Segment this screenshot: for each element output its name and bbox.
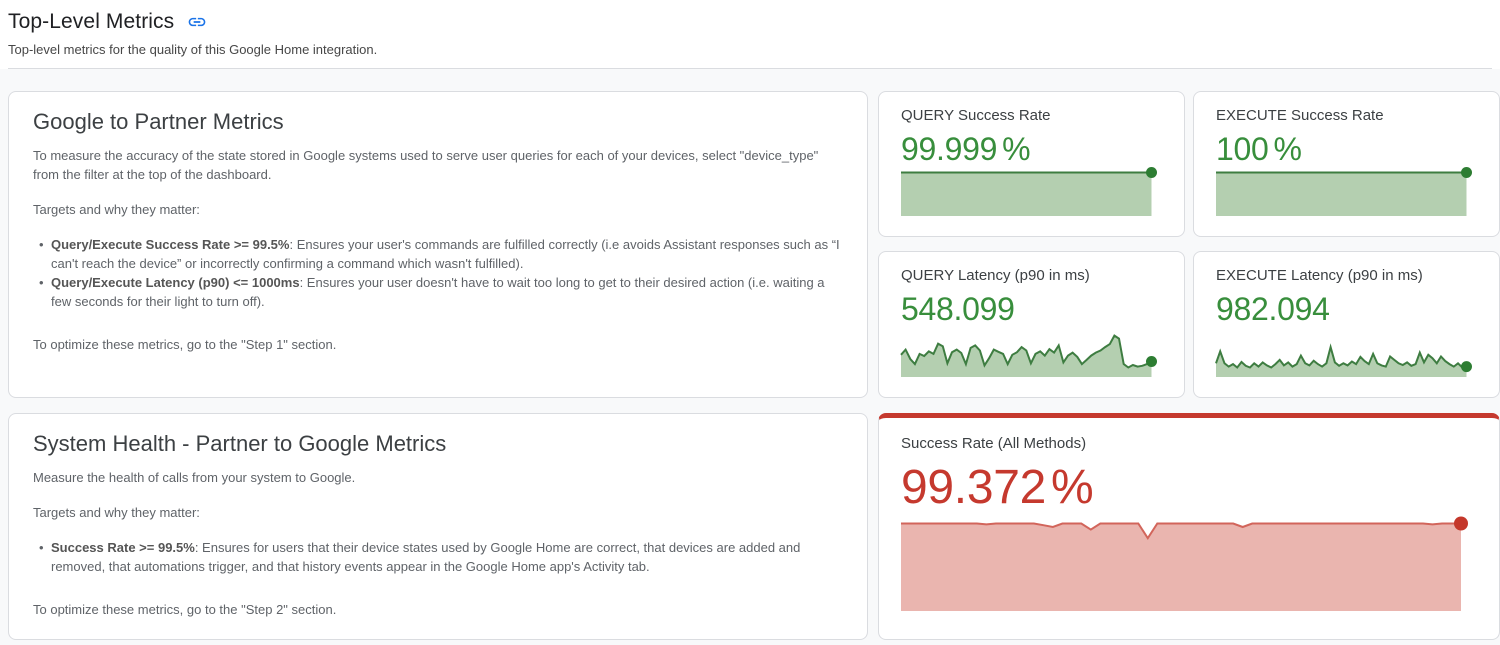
bullet-success-rate: Success Rate >= 99.5%: Ensures for users… <box>51 538 843 576</box>
bullet-lead: Query/Execute Success Rate >= 99.5% <box>51 237 289 252</box>
query-latency-sparkline-chart[interactable] <box>901 331 1158 377</box>
metric-value: 982.094 <box>1216 290 1479 328</box>
metric-unit: % <box>1274 131 1302 167</box>
system-health-targets-label: Targets and why they matter: <box>33 503 843 522</box>
metric-number: 548.099 <box>901 291 1015 327</box>
metric-title: EXECUTE Success Rate <box>1216 106 1479 126</box>
metric-value: 99.372% <box>901 460 1469 516</box>
metric-value: 548.099 <box>901 290 1164 328</box>
bullet-lead: Success Rate >= 99.5% <box>51 540 195 555</box>
metric-value: 99.999% <box>901 130 1164 168</box>
metric-unit: % <box>1051 461 1093 514</box>
google-to-partner-card: Google to Partner Metrics To measure the… <box>8 91 868 398</box>
page-subtitle: Top-level metrics for the quality of thi… <box>8 41 1492 59</box>
bullet-lead: Query/Execute Latency (p90) <= 1000ms <box>51 275 300 290</box>
anchor-link-icon[interactable] <box>187 12 207 32</box>
bullet-query-execute-success-rate: Query/Execute Success Rate >= 99.5%: Ens… <box>51 235 843 273</box>
metric-card-execute-success-rate: EXECUTE Success Rate 100% <box>1193 91 1500 237</box>
metric-unit: % <box>1002 131 1030 167</box>
system-health-title: System Health - Partner to Google Metric… <box>33 430 843 458</box>
metric-value: 100% <box>1216 130 1479 168</box>
google-to-partner-title: Google to Partner Metrics <box>33 108 843 136</box>
metric-card-query-success-rate: QUERY Success Rate 99.999% <box>878 91 1185 237</box>
metric-number: 982.094 <box>1216 291 1330 327</box>
metric-title: EXECUTE Latency (p90 in ms) <box>1216 266 1479 286</box>
page-title: Top-Level Metrics <box>8 8 174 36</box>
metric-card-success-rate-all-methods: Success Rate (All Methods) 99.372% <box>878 413 1500 640</box>
google-to-partner-bullet-list: Query/Execute Success Rate >= 99.5%: Ens… <box>33 235 843 311</box>
metric-number: 100 <box>1216 131 1269 167</box>
system-health-footer: To optimize these metrics, go to the "St… <box>33 600 843 619</box>
bullet-query-execute-latency: Query/Execute Latency (p90) <= 1000ms: E… <box>51 273 843 311</box>
google-to-partner-footer: To optimize these metrics, go to the "St… <box>33 335 843 354</box>
system-health-card: System Health - Partner to Google Metric… <box>8 413 868 640</box>
metric-title: QUERY Latency (p90 in ms) <box>901 266 1164 286</box>
all-methods-sparkline-chart[interactable] <box>901 521 1469 611</box>
google-to-partner-intro: To measure the accuracy of the state sto… <box>33 146 843 184</box>
small-metric-grid: QUERY Success Rate 99.999% EXECUTE Succe… <box>878 91 1500 398</box>
execute-latency-sparkline-chart[interactable] <box>1216 331 1473 377</box>
metric-title: Success Rate (All Methods) <box>901 434 1469 454</box>
query-success-sparkline-chart[interactable] <box>901 170 1158 216</box>
metric-card-query-latency: QUERY Latency (p90 in ms) 548.099 <box>878 251 1185 398</box>
system-health-bullet-list: Success Rate >= 99.5%: Ensures for users… <box>33 538 843 576</box>
execute-success-sparkline-chart[interactable] <box>1216 170 1473 216</box>
metric-card-execute-latency: EXECUTE Latency (p90 in ms) 982.094 <box>1193 251 1500 398</box>
system-health-intro: Measure the health of calls from your sy… <box>33 468 843 487</box>
metric-number: 99.999 <box>901 131 997 167</box>
metric-number: 99.372 <box>901 461 1046 514</box>
page-header: Top-Level Metrics Top-level metrics for … <box>0 0 1500 59</box>
google-to-partner-targets-label: Targets and why they matter: <box>33 200 843 219</box>
metrics-dashboard: Google to Partner Metrics To measure the… <box>0 69 1500 645</box>
metric-title: QUERY Success Rate <box>901 106 1164 126</box>
